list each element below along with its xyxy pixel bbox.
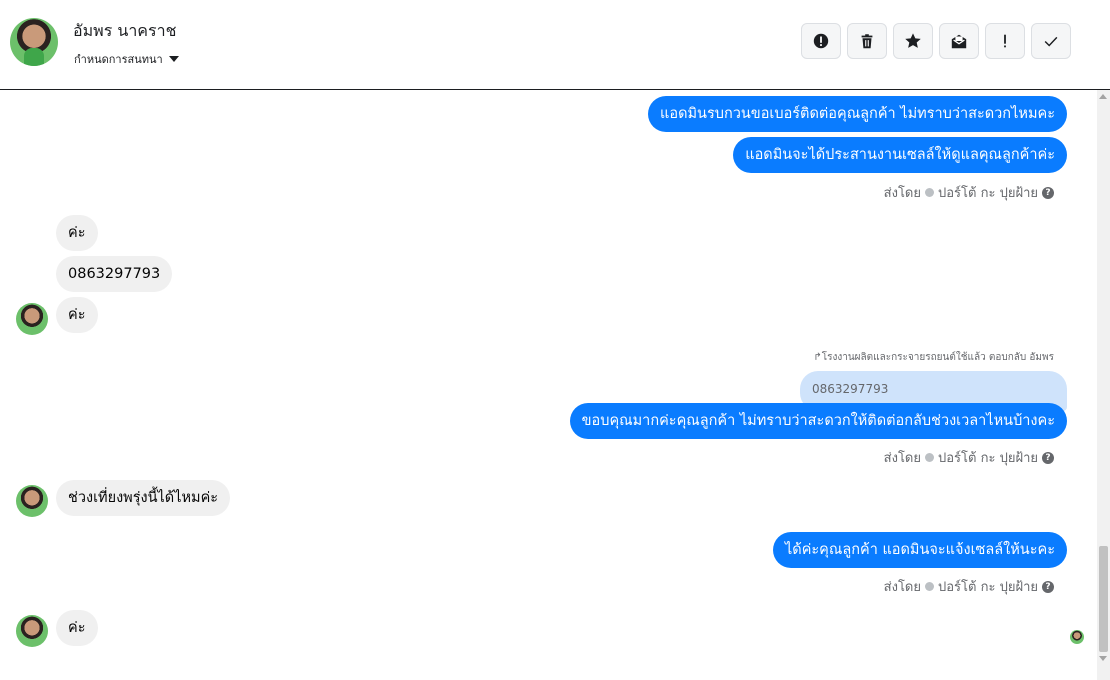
delete-button[interactable] <box>847 23 887 59</box>
contact-avatar-small <box>16 485 48 517</box>
scroll-thumb[interactable] <box>1099 546 1108 652</box>
caret-down-icon <box>168 56 179 62</box>
conversation-toolbar <box>801 23 1071 59</box>
mark-unread-icon <box>951 34 967 49</box>
spam-button[interactable] <box>801 23 841 59</box>
sender-name: ปอร์โต้ กะ ปุยฝ้าย <box>938 451 1038 466</box>
sent-by-info: ส่งโดย ปอร์โต้ กะ ปุยฝ้าย ? <box>884 182 1054 203</box>
outgoing-message[interactable]: ขอบคุณมากค่ะคุณลูกค้า ไม่ทราบว่าสะดวกให้… <box>569 403 1067 439</box>
trash-icon <box>861 34 873 49</box>
mark-done-button[interactable] <box>1031 23 1071 59</box>
help-icon[interactable]: ? <box>1042 186 1054 199</box>
verified-icon <box>925 582 934 591</box>
outgoing-message[interactable]: แอดมินจะได้ประสานงานเซลล์ให้ดูแลคุณลูกค้… <box>733 137 1067 173</box>
help-icon[interactable]: ? <box>1042 451 1054 464</box>
sent-by-info: ส่งโดย ปอร์โต้ กะ ปุยฝ้าย ? <box>884 447 1054 468</box>
star-icon <box>905 33 921 48</box>
reply-note: ↱โรงงานผลิตและกระจายรถยนต์ใช้แล้ว ตอบกลั… <box>813 350 1054 365</box>
sent-by-info: ส่งโดย ปอร์โต้ กะ ปุยฝ้าย ? <box>884 576 1054 597</box>
scroll-down-arrow-icon[interactable] <box>1099 656 1107 661</box>
scroll-up-arrow-icon[interactable] <box>1099 94 1107 99</box>
alert-circle-icon <box>813 33 829 49</box>
conversation-header: อัมพร นาคราช กำหนดการสนทนา <box>0 0 1110 90</box>
reply-note-text: โรงงานผลิตและกระจายรถยนต์ใช้แล้ว ตอบกลับ… <box>821 352 1054 363</box>
reply-arrow-icon: ↱ <box>813 352 822 363</box>
outgoing-message[interactable]: แอดมินรบกวนขอเบอร์ติดต่อคุณลูกค้า ไม่ทรา… <box>648 96 1067 132</box>
message-scrollbar[interactable] <box>1097 90 1110 680</box>
incoming-message[interactable]: ช่วงเที่ยงพรุ่งนี้ได้ไหมค่ะ <box>56 480 231 516</box>
sent-by-label: ส่งโดย <box>883 580 921 595</box>
exclamation-icon <box>1004 34 1006 48</box>
verified-icon <box>925 188 934 197</box>
outgoing-message[interactable]: ได้ค่ะคุณลูกค้า แอดมินจะแจ้งเซลล์ให้นะคะ <box>772 532 1067 568</box>
incoming-message[interactable]: ค่ะ <box>56 610 98 646</box>
follow-up-button[interactable] <box>985 23 1025 59</box>
check-icon <box>1044 36 1058 47</box>
sender-name: ปอร์โต้ กะ ปุยฝ้าย <box>938 186 1038 201</box>
sent-by-label: ส่งโดย <box>883 186 921 201</box>
sent-by-label: ส่งโดย <box>883 451 921 466</box>
contact-avatar-small <box>16 303 48 335</box>
incoming-message[interactable]: 0863297793 <box>56 256 173 292</box>
assign-conversation-dropdown[interactable]: กำหนดการสนทนา <box>74 50 179 68</box>
message-thread: แอดมินรบกวนขอเบอร์ติดต่อคุณลูกค้า ไม่ทรา… <box>0 90 1097 680</box>
help-icon[interactable]: ? <box>1042 580 1054 593</box>
contact-name[interactable]: อัมพร นาคราช <box>73 19 176 44</box>
sender-name: ปอร์โต้ กะ ปุยฝ้าย <box>938 580 1038 595</box>
assign-conversation-label: กำหนดการสนทนา <box>74 53 163 66</box>
contact-avatar[interactable] <box>10 18 58 66</box>
star-button[interactable] <box>893 23 933 59</box>
verified-icon <box>925 453 934 462</box>
mark-unread-button[interactable] <box>939 23 979 59</box>
seen-indicator-avatar <box>1070 630 1084 644</box>
contact-avatar-small <box>16 615 48 647</box>
incoming-message[interactable]: ค่ะ <box>56 215 98 251</box>
incoming-message[interactable]: ค่ะ <box>56 297 98 333</box>
